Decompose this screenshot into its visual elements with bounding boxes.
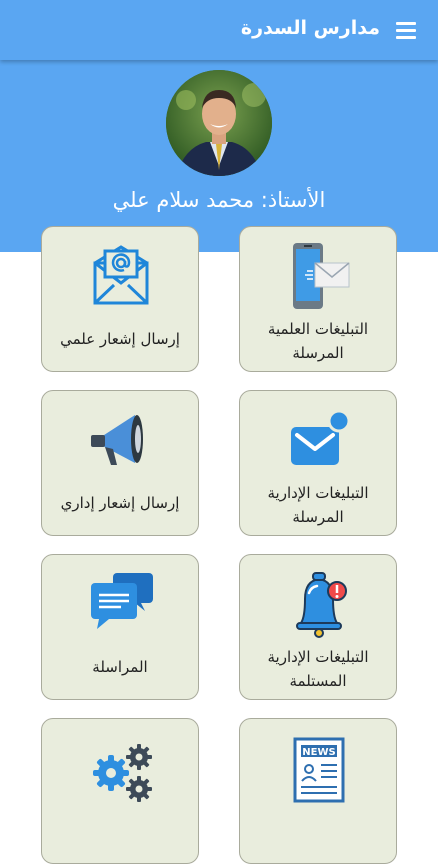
card-label: المراسلة [92, 658, 148, 676]
app-title: مدارس السدرة [240, 17, 380, 39]
app-bar: مدارس السدرة [0, 0, 438, 60]
gears-icon [81, 733, 161, 803]
send-scientific-notice-card[interactable]: إرسال إشعار علمي [41, 226, 199, 372]
send-administrative-notice-card[interactable]: إرسال إشعار إداري [41, 390, 199, 536]
card-label: التبليغات الإدارية المرسلة [267, 484, 369, 526]
card-label: التبليغات الإدارية المستلمة [267, 648, 369, 690]
sent-administrative-notices-card[interactable]: التبليغات الإدارية المرسلة [239, 390, 397, 536]
card-label: إرسال إشعار علمي [60, 330, 180, 348]
news-card[interactable]: NEWS [239, 718, 397, 864]
phone-message-icon [279, 241, 359, 311]
chat-bubbles-icon [81, 569, 161, 639]
email-at-icon [81, 241, 161, 311]
avatar[interactable] [166, 70, 272, 176]
svg-text:NEWS: NEWS [302, 747, 335, 758]
megaphone-icon [81, 405, 161, 475]
card-label: إرسال إشعار إداري [60, 494, 180, 512]
card-label: التبليغات العلمية المرسلة [267, 320, 369, 362]
news-icon: NEWS [279, 733, 359, 803]
messaging-card[interactable]: المراسلة [41, 554, 199, 700]
sent-scientific-notices-card[interactable]: التبليغات العلمية المرسلة [239, 226, 397, 372]
bell-alert-icon [279, 569, 359, 639]
mail-notification-icon [279, 405, 359, 475]
hamburger-menu-icon[interactable] [396, 20, 418, 40]
teacher-name: الأستاذ: محمد سلام علي [112, 188, 326, 212]
received-administrative-notices-card[interactable]: التبليغات الإدارية المستلمة [239, 554, 397, 700]
settings-card[interactable] [41, 718, 199, 864]
